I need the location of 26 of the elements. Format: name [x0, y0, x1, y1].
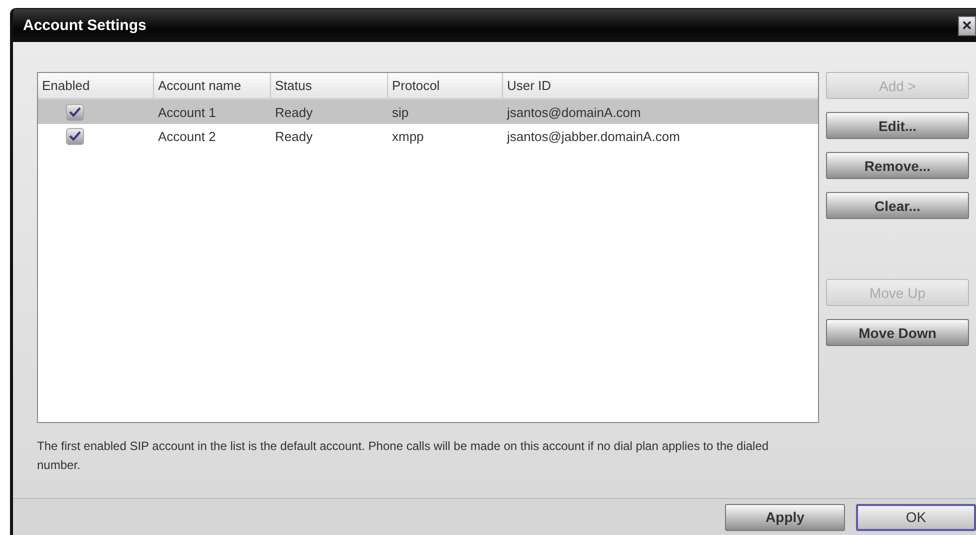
table-cell-text: xmpp: [391, 128, 425, 146]
dialog-button[interactable]: Apply: [725, 504, 845, 530]
side-button[interactable]: Clear...: [826, 192, 969, 219]
table-cell-text: Account 2: [157, 128, 217, 146]
table-cell-text: jsantos@jabber.domainA.com: [506, 128, 681, 146]
side-button[interactable]: Remove...: [826, 152, 969, 179]
column-header[interactable]: Account name: [154, 73, 271, 98]
column-header[interactable]: Enabled: [38, 73, 154, 98]
checkbox[interactable]: [66, 128, 84, 144]
close-button[interactable]: ✕: [958, 16, 976, 36]
side-button[interactable]: Edit...: [826, 112, 969, 139]
table-cell-text: Ready: [274, 104, 314, 122]
column-header[interactable]: Protocol: [388, 73, 503, 98]
checkbox[interactable]: [66, 104, 84, 120]
info-text: The first enabled SIP account in the list is the default account. Phone calls will be made on this account if no dial plan applies to the dialed number.: [37, 438, 770, 474]
table-cell-text: Account 1: [157, 104, 217, 122]
side-button[interactable]: Move Down: [826, 319, 969, 346]
table-row[interactable]: Account 1 Ready sip jsantos@domainA.com: [38, 100, 818, 124]
column-header[interactable]: User ID: [503, 73, 818, 98]
table-cell-text: Ready: [274, 128, 314, 146]
table-cell-text: jsantos@domainA.com: [506, 104, 642, 122]
table-cell-text: sip: [391, 104, 410, 122]
window-title: Account Settings: [23, 17, 146, 34]
table-row[interactable]: Account 2 Ready xmpp jsantos@jabber.domainA.com: [38, 124, 818, 148]
column-header[interactable]: Status: [271, 73, 388, 98]
dialog-button[interactable]: OK: [856, 504, 976, 530]
